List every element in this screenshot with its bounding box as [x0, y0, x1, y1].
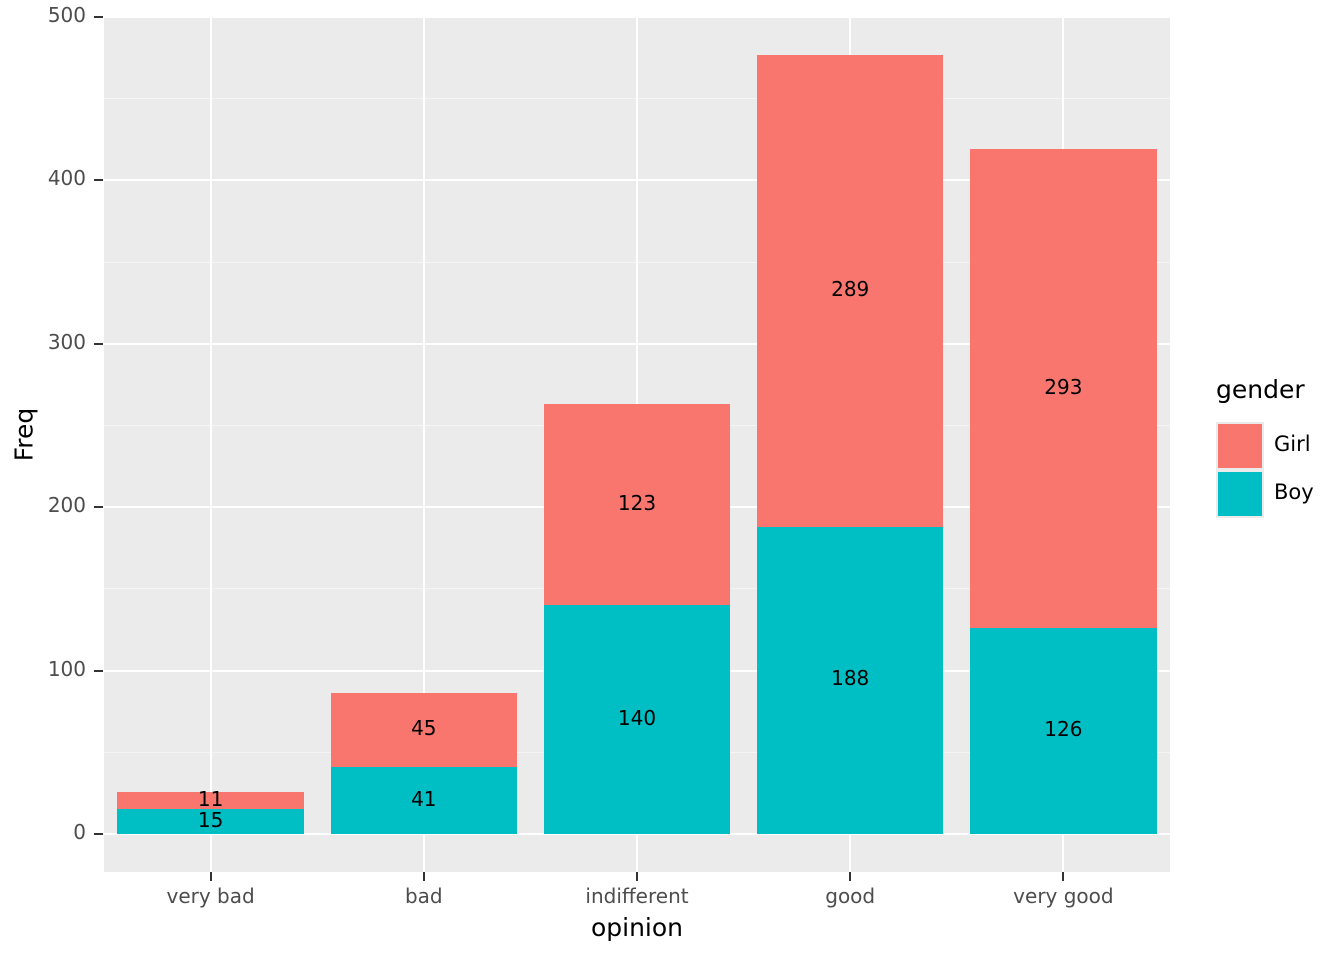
x-tick-mark: [209, 872, 212, 881]
legend-swatch: [1218, 472, 1262, 516]
y-tick-mark: [94, 506, 103, 509]
x-tick-label: bad: [404, 884, 443, 908]
y-tick-label: 400: [47, 166, 86, 191]
legend-key-girl[interactable]: [1216, 422, 1264, 470]
y-tick-label: 300: [47, 329, 86, 354]
y-tick-mark: [94, 833, 103, 835]
x-tick-label: good: [825, 884, 876, 908]
y-tick-mark: [94, 669, 103, 672]
plot-panel: 15 11 41 45 140 123 188 289 126 293: [104, 16, 1170, 872]
y-tick-label: 500: [47, 3, 86, 27]
bar-value-label: 140: [617, 705, 657, 730]
bar-value-label: 289: [831, 276, 870, 301]
bar-value-label: 126: [1044, 717, 1083, 742]
legend-title: gender: [1216, 375, 1305, 404]
x-tick-label: very bad: [166, 884, 255, 908]
x-tick-mark: [422, 872, 425, 881]
legend-swatch: [1218, 424, 1262, 468]
bar-value-label: 123: [617, 490, 657, 515]
x-axis-title: opinion: [590, 913, 684, 942]
x-tick-mark: [849, 872, 852, 881]
y-tick-mark: [94, 16, 103, 18]
x-tick-mark: [636, 872, 638, 881]
y-tick-label: 100: [47, 656, 86, 681]
x-tick-mark: [1062, 872, 1065, 881]
bar-value-label: 11: [197, 786, 224, 811]
legend-label: Boy: [1274, 480, 1314, 504]
legend-key-boy[interactable]: [1216, 470, 1264, 518]
stacked-bar-chart: Freq 0 100 200 300 400 500 15 11 41 45 140 123 188 2…: [0, 0, 1344, 960]
bar-value-label: 45: [411, 716, 437, 741]
y-axis-title: Freq: [9, 407, 39, 462]
y-tick-label: 0: [73, 820, 86, 844]
y-tick-mark: [94, 179, 103, 182]
bar-value-label: 188: [831, 666, 870, 691]
gridline-vertical: [209, 16, 212, 872]
bar-value-label: 41: [411, 786, 437, 811]
legend-label: Girl: [1274, 432, 1311, 456]
bar-value-label: 15: [197, 807, 224, 832]
x-tick-label: indifferent: [585, 884, 689, 908]
y-tick-mark: [94, 342, 103, 345]
x-tick-label: very good: [1013, 884, 1114, 908]
y-tick-label: 200: [47, 493, 86, 518]
bar-value-label: 293: [1044, 374, 1083, 399]
